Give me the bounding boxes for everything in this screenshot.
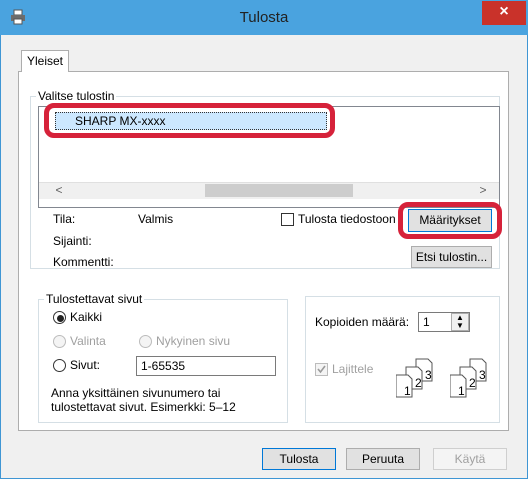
comment-label: Kommentti: — [53, 255, 114, 269]
apply-button[interactable]: Käytä — [433, 448, 507, 470]
tab-general[interactable]: Yleiset — [21, 50, 69, 72]
svg-text:1: 1 — [458, 384, 465, 398]
pages-radio[interactable] — [53, 359, 66, 372]
print-to-file-checkbox[interactable] — [281, 213, 294, 226]
location-label: Sijainti: — [53, 234, 92, 248]
svg-text:2: 2 — [415, 376, 422, 390]
print-to-file-label: Tulosta tiedostoon — [298, 212, 396, 226]
scroll-right-icon[interactable]: > — [476, 182, 490, 199]
pages-input[interactable]: 1-65535 — [136, 356, 276, 376]
svg-text:2: 2 — [469, 376, 476, 390]
all-pages-radio[interactable] — [53, 311, 66, 324]
printer-highlight — [44, 103, 335, 138]
page-range-hint-2: tulostettavat sivut. Esimerkki: 5–12 — [51, 400, 236, 414]
collate-pages-icon-2: 3 2 1 — [449, 357, 500, 399]
copies-spinner[interactable]: ▲ ▼ — [451, 313, 469, 331]
collate-pages-icon: 3 2 1 — [395, 357, 446, 399]
svg-text:3: 3 — [479, 368, 486, 382]
collate-label: Lajittele — [332, 362, 374, 376]
status-label: Tila: — [53, 212, 76, 226]
current-page-radio[interactable] — [139, 335, 152, 348]
collate-checkbox[interactable] — [315, 363, 328, 376]
selection-label: Valinta — [70, 334, 106, 348]
preferences-highlight — [398, 202, 502, 239]
svg-text:1: 1 — [404, 384, 411, 398]
window-title: Tulosta — [239, 9, 289, 26]
status-value: Valmis — [138, 212, 174, 226]
all-pages-label: Kaikki — [70, 310, 103, 324]
find-printer-button[interactable]: Etsi tulostin... — [411, 246, 492, 268]
pages-label: Sivut: — [70, 358, 101, 372]
print-button[interactable]: Tulosta — [262, 448, 336, 470]
page-range-hint-1: Anna yksittäinen sivunumero tai — [51, 386, 221, 400]
cancel-button[interactable]: Peruuta — [346, 448, 420, 470]
close-button[interactable]: × — [482, 1, 526, 25]
copies-label: Kopioiden määrä: — [315, 315, 410, 329]
selection-radio[interactable] — [53, 335, 66, 348]
svg-text:3: 3 — [425, 368, 432, 382]
scroll-left-icon[interactable]: < — [52, 182, 66, 199]
radio-selected-dot — [57, 315, 64, 322]
page-range-label: Tulostettavat sivut — [44, 292, 145, 306]
scroll-thumb[interactable] — [205, 184, 353, 197]
current-page-label: Nykyinen sivu — [156, 334, 231, 348]
printer-group-label: Valitse tulostin — [36, 89, 117, 103]
